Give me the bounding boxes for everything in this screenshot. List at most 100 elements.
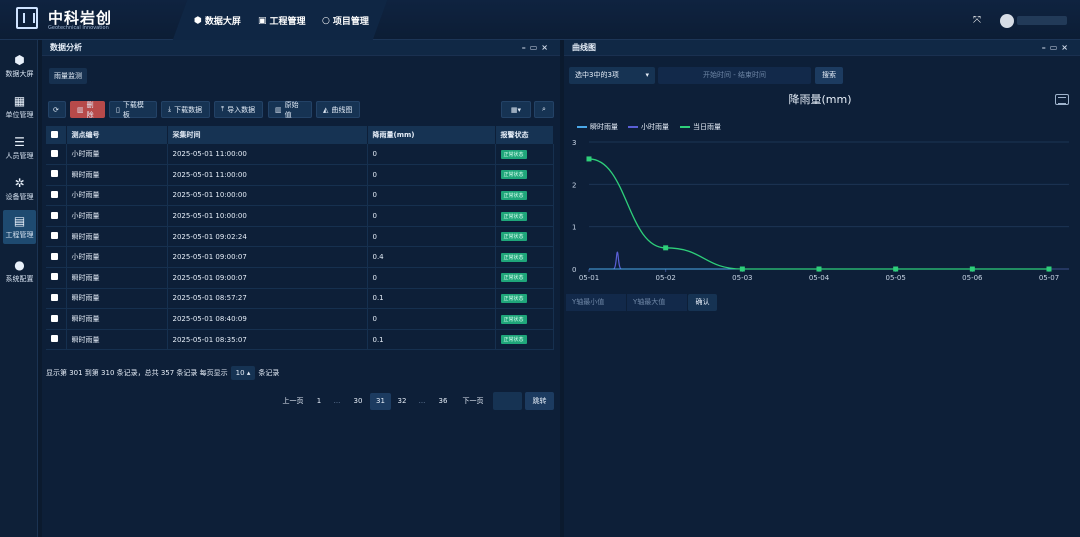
- caret-down-icon: ▾: [645, 71, 649, 79]
- table-row[interactable]: 瞬时雨量 2025-05-01 08:57:27 0.1 正常状态: [46, 288, 554, 310]
- series-hourly-line: [613, 251, 622, 270]
- y-tick-label: 1: [572, 224, 576, 232]
- series-select[interactable]: 选中3中的3项 ▾: [569, 67, 655, 84]
- table-row[interactable]: 瞬时雨量 2025-05-01 09:00:07 0 正常状态: [46, 267, 554, 289]
- page-30-button[interactable]: 30: [348, 393, 368, 410]
- sidebar-item-config[interactable]: ● 系统配置: [3, 254, 36, 288]
- tab-rain-monitor[interactable]: 雨量监测: [49, 68, 87, 84]
- row-checkbox[interactable]: [51, 149, 58, 157]
- sidebar-item-screen[interactable]: ⬢ 数据大屏: [3, 49, 36, 83]
- cell-time: 2025-05-01 09:00:07: [167, 267, 368, 289]
- table-row[interactable]: 小时雨量 2025-05-01 10:00:00 0 正常状态: [46, 205, 554, 227]
- row-select-cell[interactable]: [46, 144, 67, 166]
- cell-alarm: 正常状态: [495, 246, 554, 269]
- cell-time: 2025-05-01 08:40:09: [167, 308, 368, 330]
- row-checkbox[interactable]: [51, 314, 58, 322]
- row-select-cell[interactable]: [46, 205, 67, 227]
- cell-point-id: 瞬时雨量: [66, 267, 168, 289]
- row-select-cell[interactable]: [46, 164, 67, 186]
- download-icon: ⤓: [168, 105, 172, 113]
- user-name-blurred[interactable]: [1017, 16, 1067, 25]
- row-checkbox[interactable]: [51, 335, 58, 343]
- row-checkbox[interactable]: [51, 252, 58, 260]
- nav-engineering[interactable]: ▣ 工程管理: [258, 14, 306, 28]
- sidebar-item-devices[interactable]: ✲ 设备管理: [3, 172, 36, 206]
- delete-button[interactable]: ▥ 删除: [70, 101, 105, 119]
- y-tick-label: 3: [572, 139, 576, 147]
- import-data-button[interactable]: ⤒ 导入数据: [214, 101, 263, 118]
- x-tick-label: 05-03: [732, 274, 752, 282]
- row-select-cell[interactable]: [46, 226, 67, 248]
- prev-page-button[interactable]: 上一页: [276, 393, 310, 410]
- cell-point-id: 瞬时雨量: [66, 226, 168, 248]
- row-select-cell[interactable]: [46, 185, 67, 207]
- row-select-cell[interactable]: [46, 308, 67, 330]
- table-row[interactable]: 小时雨量 2025-05-01 11:00:00 0 正常状态: [46, 144, 554, 166]
- cell-time: 2025-05-01 11:00:00: [167, 144, 368, 166]
- jump-page-input[interactable]: [493, 392, 522, 410]
- y-max-input[interactable]: Y轴最大值: [627, 294, 687, 311]
- page-ellipsis: ...: [333, 397, 341, 405]
- sidebar-item-engineering[interactable]: ▤ 工程管理: [3, 210, 36, 244]
- col-rainfall[interactable]: 降雨量(mm): [367, 126, 496, 144]
- top-bar: 中科岩创 Geotechnical Innovation ⬢ 数据大屏 ▣ 工程管理…: [0, 0, 1080, 40]
- page-31-button[interactable]: 31: [370, 393, 391, 410]
- row-select-cell[interactable]: [46, 288, 67, 310]
- cell-alarm: 正常状态: [495, 267, 554, 289]
- row-checkbox[interactable]: [51, 232, 58, 240]
- cell-rainfall: 0.1: [367, 288, 496, 310]
- rainfall-chart: 0 1 2 3 05-01 05-02 05-03 05-04 05-05 05-06 05-07: [572, 139, 1069, 282]
- jump-button[interactable]: 跳转: [525, 392, 554, 410]
- row-checkbox[interactable]: [51, 273, 58, 281]
- raw-label: 原始值: [284, 100, 299, 119]
- avatar[interactable]: [1000, 14, 1014, 28]
- chart-search-button[interactable]: 搜索: [815, 67, 843, 84]
- cell-alarm: 正常状态: [495, 144, 554, 166]
- col-time[interactable]: 采集时间: [167, 126, 368, 144]
- window-controls[interactable]: –▭×: [1042, 43, 1072, 52]
- select-all-checkbox[interactable]: [51, 130, 58, 138]
- table-row[interactable]: 瞬时雨量 2025-05-01 08:35:07 0.1 正常状态: [46, 329, 554, 351]
- date-range-input[interactable]: 开始时间 - 结束时间: [658, 67, 811, 84]
- nav-screen[interactable]: ⬢ 数据大屏: [194, 14, 241, 28]
- select-all-cell[interactable]: [46, 126, 67, 144]
- sidebar-item-units[interactable]: ▦ 单位管理: [3, 90, 36, 124]
- y-min-input[interactable]: Y轴最小值: [566, 294, 626, 311]
- row-select-cell[interactable]: [46, 246, 67, 269]
- page-32-button[interactable]: 32: [392, 393, 412, 410]
- page-size-select[interactable]: 10 ▴: [230, 366, 256, 380]
- table-row[interactable]: 瞬时雨量 2025-05-01 11:00:00 0 正常状态: [46, 164, 554, 186]
- col-point-id[interactable]: 测点编号: [66, 126, 168, 144]
- table-row[interactable]: 小时雨量 2025-05-01 09:00:07 0.4 正常状态: [46, 246, 554, 269]
- page-36-button[interactable]: 36: [433, 393, 453, 410]
- row-checkbox[interactable]: [51, 211, 58, 219]
- row-checkbox[interactable]: [51, 170, 58, 178]
- table-row[interactable]: 瞬时雨量 2025-05-01 08:40:09 0 正常状态: [46, 308, 554, 330]
- fullscreen-icon[interactable]: ⤧: [973, 15, 981, 26]
- refresh-button[interactable]: ⟳: [48, 101, 66, 118]
- next-page-button[interactable]: 下一页: [456, 393, 490, 410]
- table-row[interactable]: 瞬时雨量 2025-05-01 09:02:24 0 正常状态: [46, 226, 554, 248]
- grid-view-button[interactable]: ▦▾: [501, 101, 531, 118]
- download-data-button[interactable]: ⤓ 下载数据: [161, 101, 210, 118]
- cell-alarm: 正常状态: [495, 185, 554, 207]
- row-checkbox[interactable]: [51, 190, 58, 198]
- curve-chart-button[interactable]: ◭ 曲线图: [316, 101, 360, 118]
- page-1-button[interactable]: 1: [312, 393, 326, 410]
- download-template-button[interactable]: ▯ 下载模板: [109, 101, 157, 119]
- chart-menu-icon[interactable]: [1055, 94, 1069, 105]
- record-summary: 显示第 301 到第 310 条记录，总共 357 条记录 每页显示: [46, 369, 228, 377]
- circle-icon: ○: [322, 15, 330, 26]
- confirm-button[interactable]: 确认: [688, 294, 717, 311]
- raw-value-button[interactable]: ▥ 原始值: [268, 100, 312, 119]
- search-button[interactable]: ⌕: [534, 101, 554, 118]
- col-alarm[interactable]: 报警状态: [495, 126, 554, 144]
- row-select-cell[interactable]: [46, 329, 67, 351]
- y-tick-label: 2: [572, 181, 576, 189]
- row-checkbox[interactable]: [51, 293, 58, 301]
- window-controls[interactable]: –▭×: [522, 43, 552, 52]
- sidebar-item-people[interactable]: ☰ 人员管理: [3, 131, 36, 165]
- nav-project[interactable]: ○ 项目管理: [322, 14, 369, 28]
- row-select-cell[interactable]: [46, 267, 67, 289]
- table-row[interactable]: 小时雨量 2025-05-01 10:00:00 0 正常状态: [46, 185, 554, 207]
